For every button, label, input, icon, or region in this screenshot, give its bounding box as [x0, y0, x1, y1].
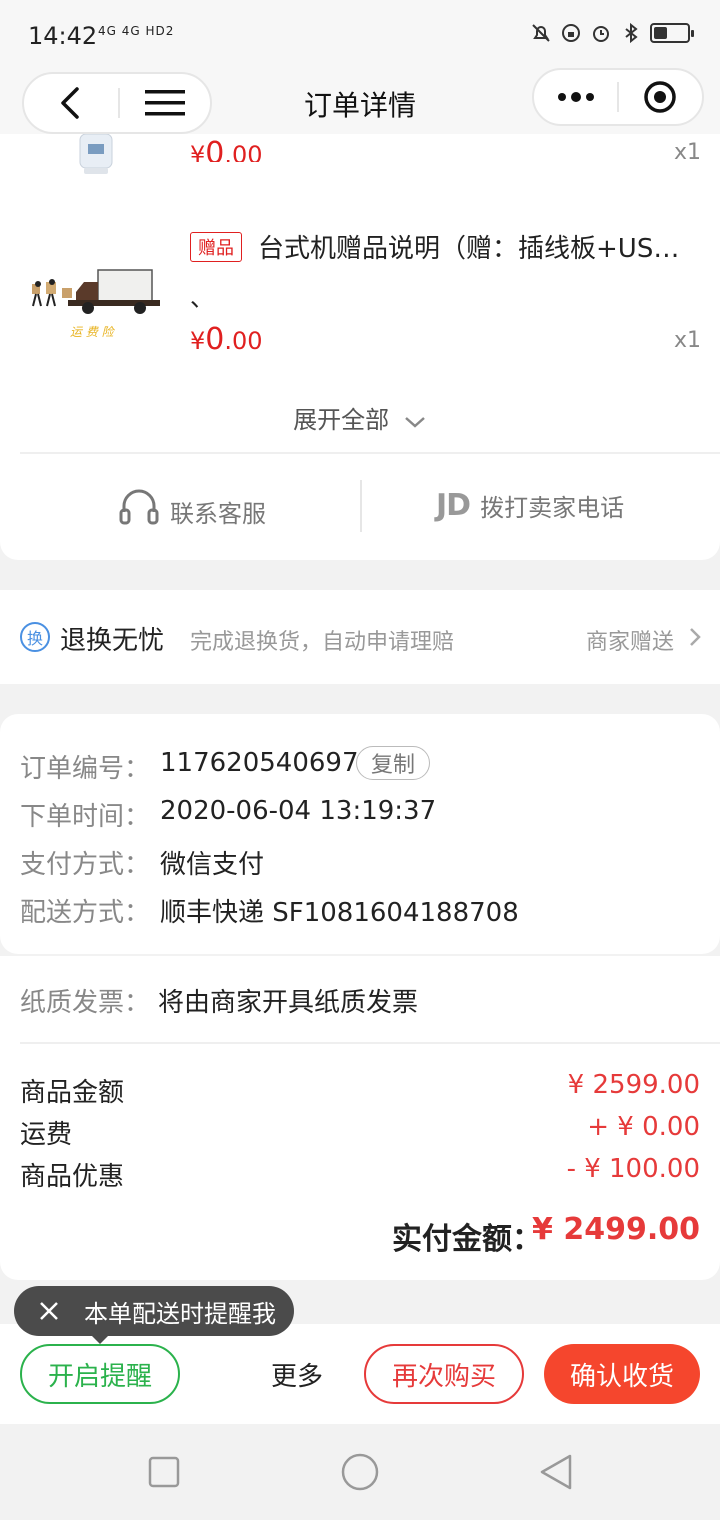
close-icon[interactable] — [14, 1286, 84, 1336]
chevron-right-icon — [688, 626, 702, 652]
more-button[interactable]: 更多 — [256, 1344, 338, 1404]
network-indicator: 4G 4G HD2 — [98, 24, 175, 38]
call-seller-button[interactable]: JD 拨打卖家电话 — [436, 488, 624, 523]
product-thumb-1[interactable] — [76, 133, 116, 176]
tooltip-text: 本单配送时提醒我 — [84, 1299, 276, 1328]
product-subtitle-2: 、 — [190, 284, 214, 312]
confirm-receipt-button[interactable]: 确认收货 — [544, 1344, 700, 1404]
order-time: 2020-06-04 13:19:37 — [160, 796, 437, 826]
battery-icon — [650, 23, 694, 43]
gift-tag: 赠品 — [190, 232, 242, 262]
exchange-icon: 换 — [20, 622, 50, 652]
discount-label: 商品优惠 — [20, 1162, 125, 1192]
order-number-label: 订单编号： — [20, 754, 151, 784]
freight-label: 运费 — [20, 1120, 73, 1150]
returns-desc: 完成退换货，自动申请理赔 — [190, 630, 455, 655]
status-icons — [530, 22, 694, 44]
discount-amount: - ¥ 100.00 — [566, 1154, 700, 1184]
home-icon[interactable] — [340, 1452, 380, 1496]
product-title-2[interactable]: 台式机赠品说明（赠：插线板+US… — [258, 228, 702, 265]
buy-again-button[interactable]: 再次购买 — [364, 1344, 524, 1404]
shipping-method-label: 配送方式： — [20, 898, 151, 928]
invoice-label: 纸质发票： — [20, 988, 151, 1018]
close-miniprogram-icon[interactable] — [619, 70, 702, 124]
contact-service-button[interactable]: 联系客服 — [118, 488, 266, 534]
enable-reminder-button[interactable]: 开启提醒 — [20, 1344, 180, 1404]
mute-bell-icon — [530, 22, 552, 44]
recents-icon[interactable] — [148, 1456, 180, 1492]
payment-method-label: 支付方式： — [20, 850, 151, 880]
goods-amount: ¥ 2599.00 — [567, 1070, 700, 1100]
payment-method: 微信支付 — [160, 850, 265, 880]
paid-amount-label: 实付金额： — [392, 1222, 542, 1257]
back-nav-icon[interactable] — [538, 1452, 574, 1496]
rotation-lock-icon — [560, 22, 582, 44]
freight-amount: + ¥ 0.00 — [587, 1112, 700, 1142]
status-time: 14:42 — [28, 22, 98, 50]
tooltip-arrow — [90, 1334, 110, 1344]
divider — [20, 452, 720, 454]
goods-amount-label: 商品金额 — [20, 1078, 125, 1108]
delivery-reminder-tooltip: 本单配送时提醒我 — [14, 1286, 294, 1336]
shipping-method[interactable]: 顺丰快递 SF1081604188708 — [160, 892, 519, 929]
product-qty-1: x1 — [674, 140, 702, 162]
returns-right-label: 商家赠送 — [586, 630, 675, 655]
order-time-label: 下单时间： — [20, 802, 151, 832]
more-dots-icon[interactable] — [534, 70, 617, 124]
jd-logo-icon: JD — [436, 488, 471, 523]
returns-title: 退换无忧 — [60, 626, 165, 656]
divider — [20, 1042, 720, 1044]
chevron-down-icon — [403, 407, 427, 435]
contact-divider — [360, 480, 362, 532]
headset-icon — [118, 488, 160, 534]
product-thumb-2[interactable]: 运 费 险 — [28, 262, 168, 346]
thumb-caption: 运 费 险 — [70, 325, 116, 339]
expand-all-button[interactable]: 展开全部 — [0, 400, 720, 435]
product-price-1: ¥0.00 — [190, 136, 263, 162]
product-qty-2: x1 — [674, 328, 702, 353]
bluetooth-icon — [620, 22, 642, 44]
paid-amount: ¥ 2499.00 — [532, 1212, 700, 1247]
alarm-icon — [590, 22, 612, 44]
product-price-2: ¥0.00 — [190, 322, 263, 357]
copy-button[interactable]: 复制 — [356, 746, 430, 780]
order-number: 117620540697 — [160, 748, 359, 778]
nav-right-capsule — [532, 68, 704, 126]
invoice-value: 将由商家开具纸质发票 — [158, 988, 419, 1018]
